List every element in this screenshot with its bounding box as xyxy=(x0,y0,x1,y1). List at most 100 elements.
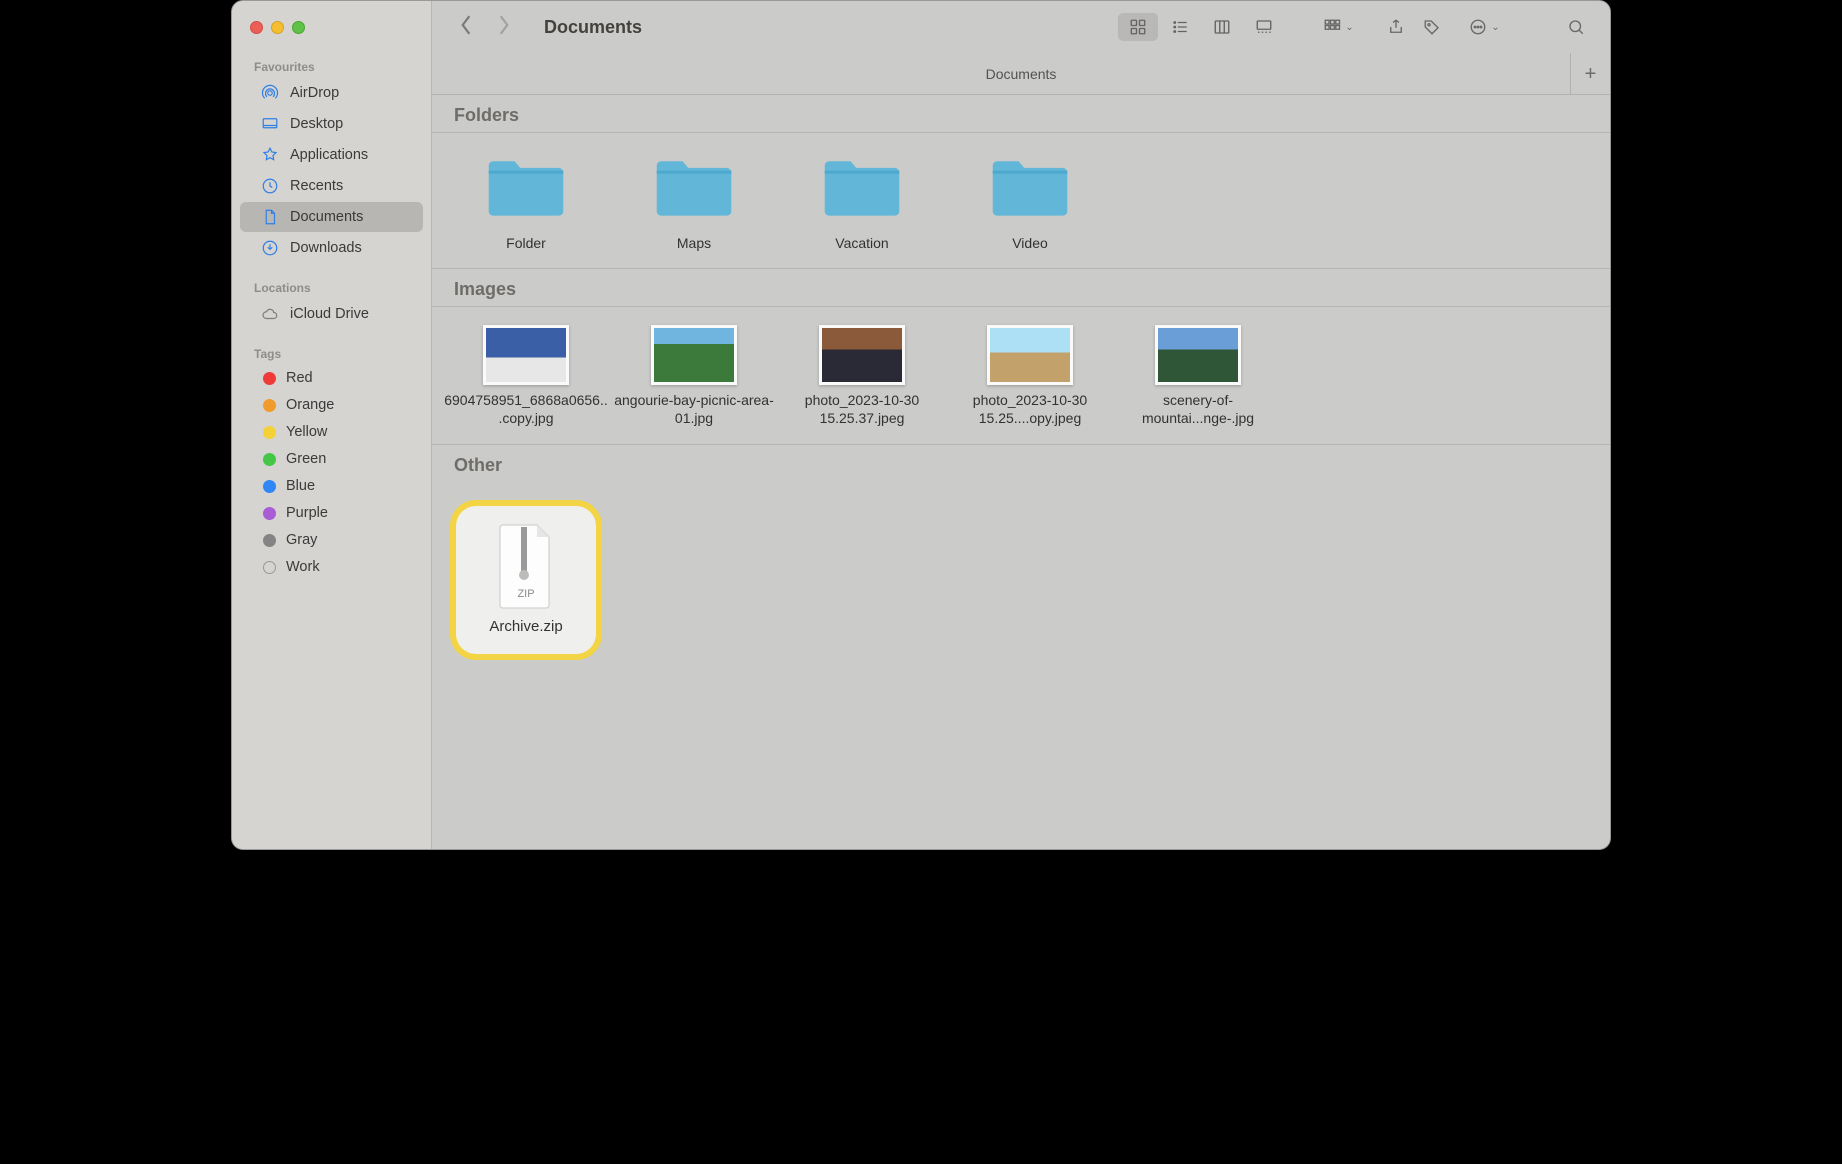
window-title: Documents xyxy=(544,17,642,38)
icon-view-button[interactable] xyxy=(1118,13,1158,41)
share-button[interactable] xyxy=(1378,13,1414,41)
gallery-view-button[interactable] xyxy=(1244,13,1284,41)
folders-grid: Folder Maps Vacation Video xyxy=(432,133,1610,269)
column-view-button[interactable] xyxy=(1202,13,1242,41)
folder-icon xyxy=(819,151,905,228)
chevron-down-icon: ⌄ xyxy=(1491,22,1499,33)
minimize-window-button[interactable] xyxy=(271,21,284,34)
airdrop-icon xyxy=(260,83,280,103)
image-thumbnail xyxy=(819,325,905,385)
folder-item[interactable]: Video xyxy=(946,147,1114,256)
item-label: Vacation xyxy=(835,234,888,252)
tag-dot-icon xyxy=(263,399,276,412)
sidebar-item-applications[interactable]: Applications xyxy=(240,140,423,170)
recents-icon xyxy=(260,176,280,196)
search-button[interactable] xyxy=(1558,13,1594,41)
image-thumbnail xyxy=(651,325,737,385)
sidebar-item-label: Gray xyxy=(286,532,317,548)
sidebar-item-documents[interactable]: Documents xyxy=(240,202,423,232)
image-item[interactable]: scenery-of-mountai...nge-.jpg xyxy=(1114,321,1282,431)
item-label: photo_2023-10-30 15.25....opy.jpeg xyxy=(948,391,1112,427)
image-thumbnail xyxy=(1155,325,1241,385)
path-label: Documents xyxy=(986,66,1057,82)
sidebar-item-label: Red xyxy=(286,370,313,386)
folder-item[interactable]: Vacation xyxy=(778,147,946,256)
sidebar-tag-gray[interactable]: Gray xyxy=(240,527,423,553)
traffic-lights xyxy=(232,15,431,54)
sidebar: Favourites AirDrop Desktop Applications … xyxy=(232,1,432,849)
folder-icon xyxy=(987,151,1073,228)
other-grid: ZIP Archive.zip xyxy=(432,482,1610,676)
sidebar-tag-red[interactable]: Red xyxy=(240,365,423,391)
sidebar-item-downloads[interactable]: Downloads xyxy=(240,233,423,263)
tag-dot-icon xyxy=(263,426,276,439)
sidebar-tag-green[interactable]: Green xyxy=(240,446,423,472)
toolbar: Documents ⌄ ⌄ xyxy=(432,1,1610,53)
desktop-icon xyxy=(260,114,280,134)
folder-item[interactable]: Maps xyxy=(610,147,778,256)
zip-file-icon: ZIP xyxy=(491,523,561,609)
sidebar-tag-orange[interactable]: Orange xyxy=(240,392,423,418)
folder-item[interactable]: Folder xyxy=(442,147,610,256)
item-label: Video xyxy=(1012,234,1048,252)
file-item-archive[interactable]: ZIP Archive.zip xyxy=(442,496,610,664)
back-button[interactable] xyxy=(458,14,474,41)
sidebar-tag-yellow[interactable]: Yellow xyxy=(240,419,423,445)
add-tab-button[interactable]: + xyxy=(1570,53,1610,95)
fullscreen-window-button[interactable] xyxy=(292,21,305,34)
svg-text:ZIP: ZIP xyxy=(517,588,534,600)
image-item[interactable]: photo_2023-10-30 15.25.37.jpeg xyxy=(778,321,946,431)
content-area[interactable]: Folders Folder Maps Vacation Video xyxy=(432,95,1610,849)
group-header-images: Images xyxy=(432,269,1610,307)
sidebar-tag-purple[interactable]: Purple xyxy=(240,500,423,526)
tab-bar: Documents + xyxy=(432,53,1610,95)
sidebar-item-label: Green xyxy=(286,451,326,467)
sidebar-item-label: Documents xyxy=(290,209,363,225)
tag-dot-icon xyxy=(263,534,276,547)
view-mode-group xyxy=(1116,11,1286,43)
folder-icon xyxy=(483,151,569,228)
tag-dot-icon xyxy=(263,372,276,385)
forward-button[interactable] xyxy=(496,14,512,41)
tag-button[interactable] xyxy=(1414,13,1450,41)
item-label: Folder xyxy=(506,234,546,252)
sidebar-item-airdrop[interactable]: AirDrop xyxy=(240,78,423,108)
sidebar-item-label: Applications xyxy=(290,147,368,163)
sidebar-section-tags: Tags xyxy=(232,341,431,364)
sidebar-item-label: Blue xyxy=(286,478,315,494)
icloud-icon xyxy=(260,304,280,324)
chevron-down-icon: ⌄ xyxy=(1345,22,1353,33)
sidebar-item-label: Desktop xyxy=(290,116,343,132)
sidebar-tag-work[interactable]: Work xyxy=(240,554,423,580)
documents-icon xyxy=(260,207,280,227)
sidebar-item-label: Orange xyxy=(286,397,334,413)
close-window-button[interactable] xyxy=(250,21,263,34)
group-by-button[interactable]: ⌄ xyxy=(1314,13,1362,41)
item-label: photo_2023-10-30 15.25.37.jpeg xyxy=(780,391,944,427)
item-label: scenery-of-mountai...nge-.jpg xyxy=(1116,391,1280,427)
group-header-folders: Folders xyxy=(432,95,1610,133)
sidebar-item-desktop[interactable]: Desktop xyxy=(240,109,423,139)
sidebar-item-recents[interactable]: Recents xyxy=(240,171,423,201)
group-header-other: Other xyxy=(432,445,1610,482)
sidebar-item-label: Work xyxy=(286,559,320,575)
image-thumbnail xyxy=(987,325,1073,385)
item-label: Archive.zip xyxy=(489,617,562,637)
downloads-icon xyxy=(260,238,280,258)
highlight-ring: ZIP Archive.zip xyxy=(450,500,602,660)
sidebar-tag-blue[interactable]: Blue xyxy=(240,473,423,499)
image-item[interactable]: angourie-bay-picnic-area-01.jpg xyxy=(610,321,778,431)
sidebar-item-label: Yellow xyxy=(286,424,327,440)
tag-dot-icon xyxy=(263,453,276,466)
action-menu-button[interactable]: ⌄ xyxy=(1460,13,1508,41)
images-grid: 6904758951_6868a0656...copy.jpg angourie… xyxy=(432,307,1610,444)
folder-icon xyxy=(651,151,737,228)
image-item[interactable]: photo_2023-10-30 15.25....opy.jpeg xyxy=(946,321,1114,431)
sidebar-item-label: Recents xyxy=(290,178,343,194)
plus-icon: + xyxy=(1585,63,1597,86)
image-item[interactable]: 6904758951_6868a0656...copy.jpg xyxy=(442,321,610,431)
tag-dot-icon xyxy=(263,507,276,520)
list-view-button[interactable] xyxy=(1160,13,1200,41)
main-area: Documents ⌄ ⌄ Documents + Folders xyxy=(432,1,1610,849)
sidebar-item-icloud[interactable]: iCloud Drive xyxy=(240,299,423,329)
